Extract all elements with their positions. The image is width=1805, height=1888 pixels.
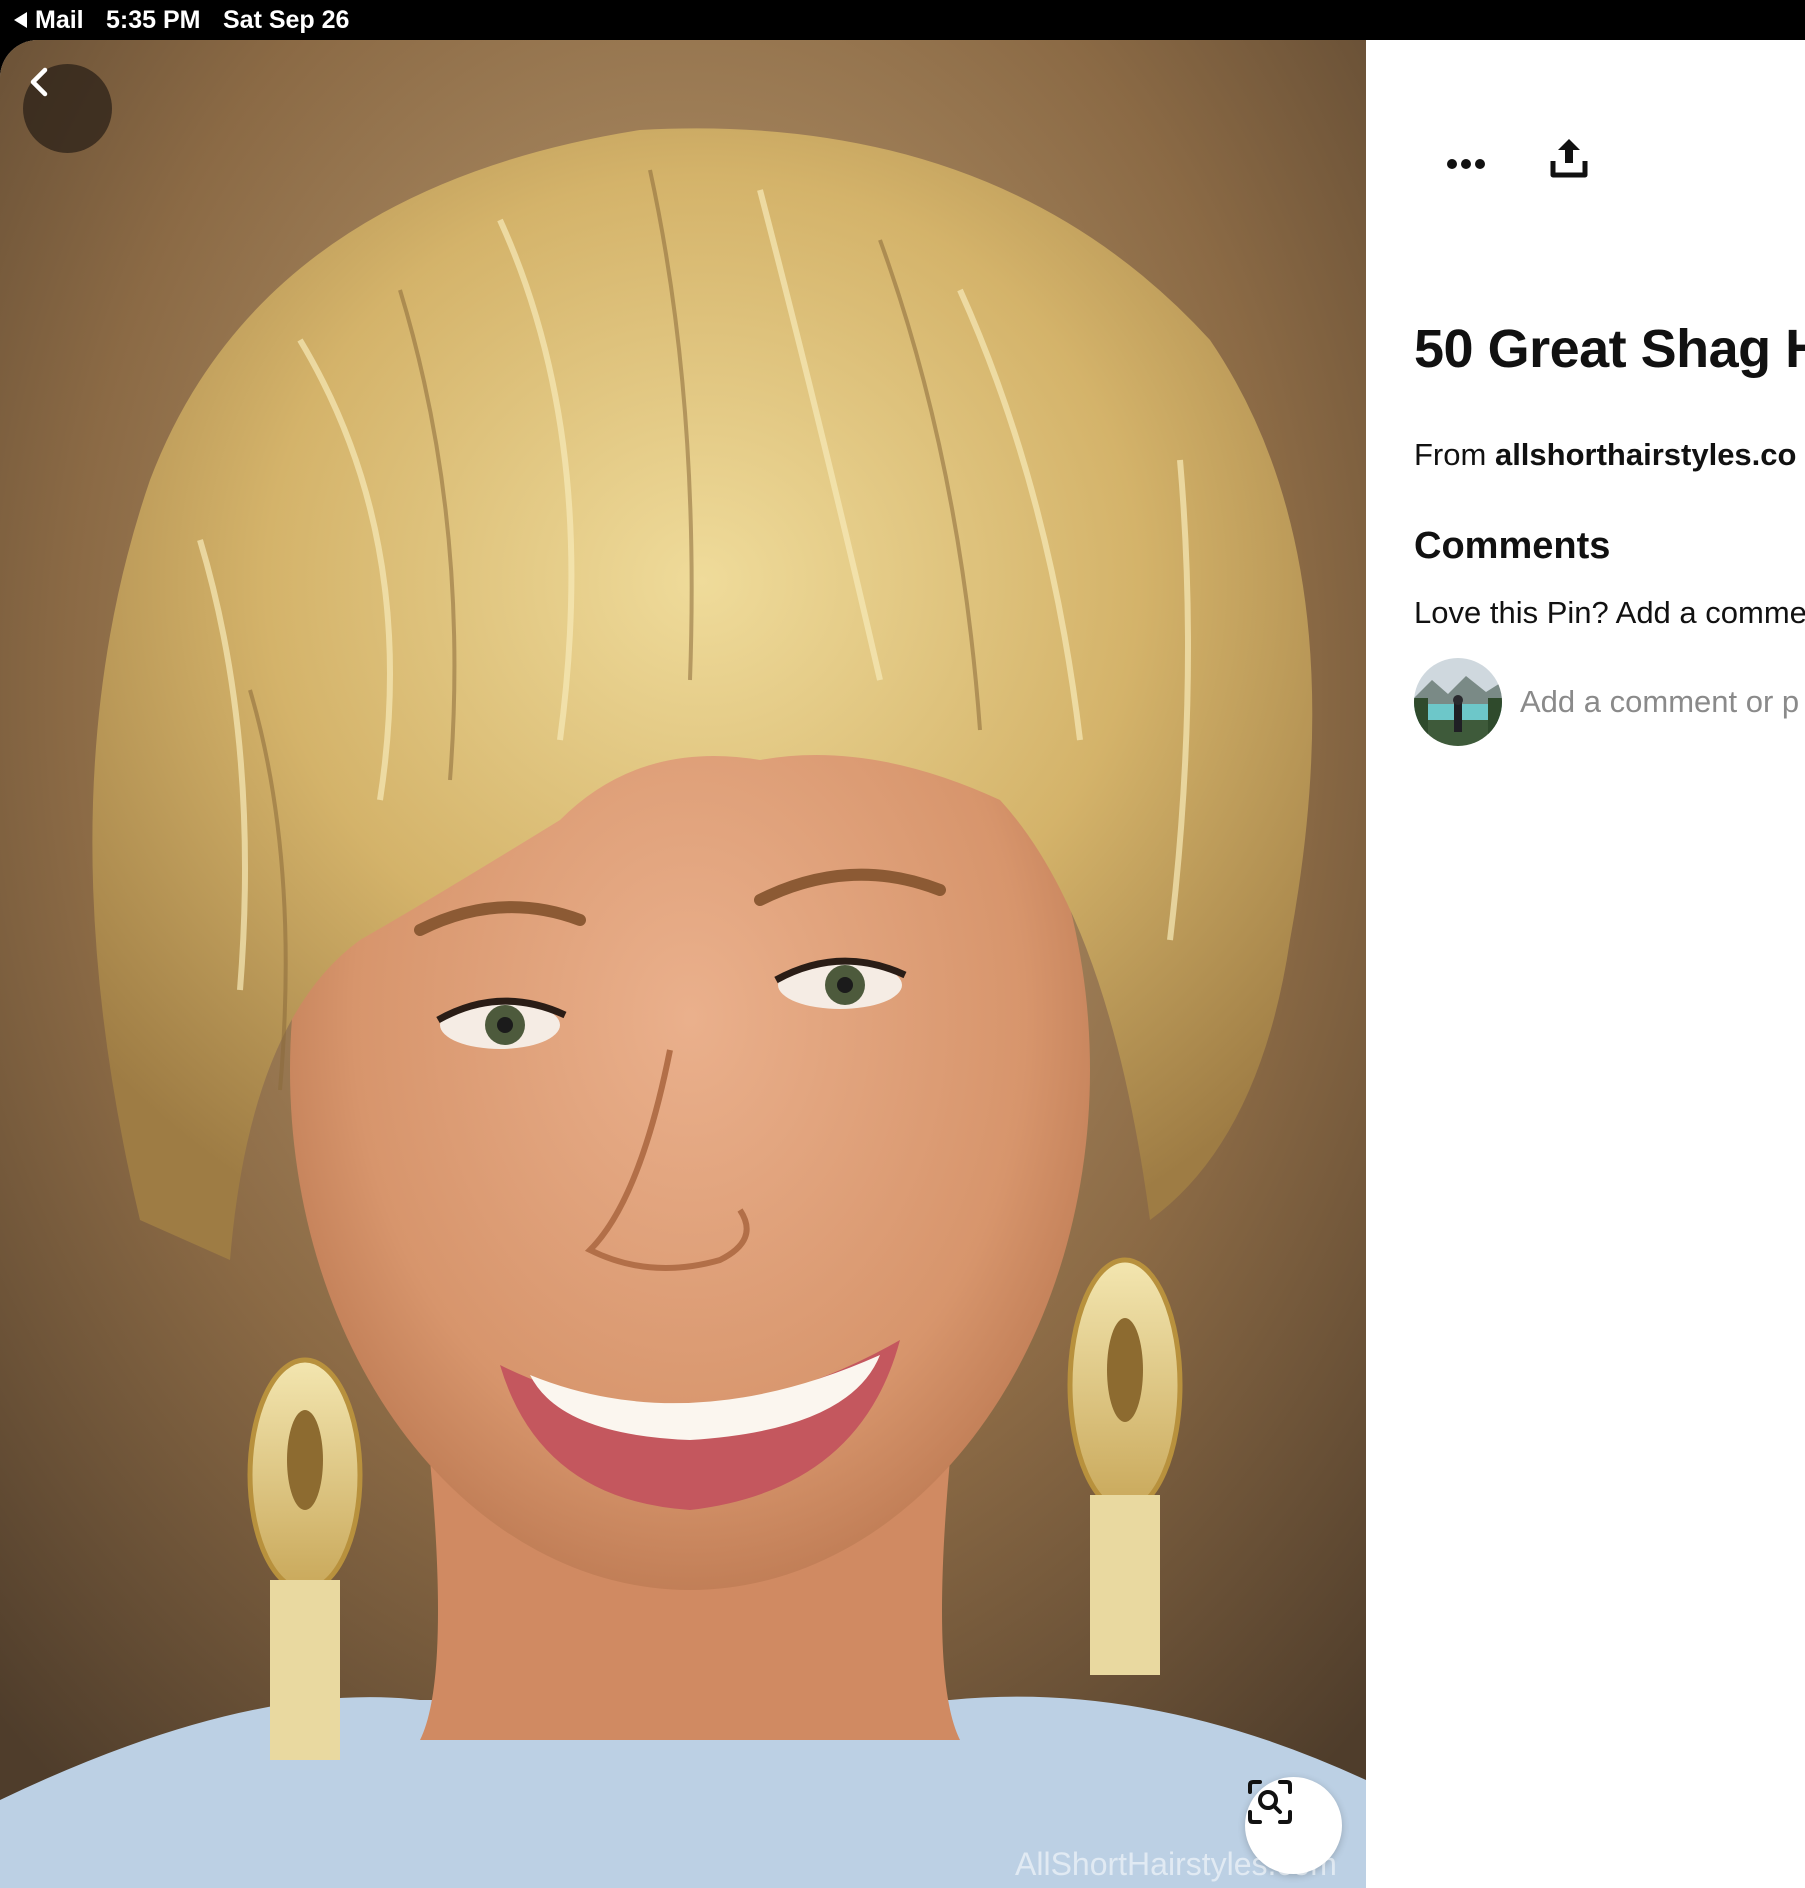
source-link[interactable]: allshorthairstyles.co [1495,437,1797,472]
share-button[interactable] [1536,124,1602,190]
source-prefix: From [1414,437,1487,472]
status-time: 5:35 PM [106,6,201,34]
pin-image[interactable]: AllShortHairstyles.com [0,40,1366,1888]
pin-source: From allshorthairstyles.co [1414,437,1796,473]
comment-input[interactable] [1520,684,1805,720]
user-avatar-photo [1414,658,1502,746]
visual-search-icon [1248,1780,1292,1824]
share-upload-icon [1550,139,1588,178]
back-triangle-icon [14,12,27,28]
status-date: Sat Sep 26 [223,6,350,34]
back-to-app-button[interactable]: Mail [14,0,84,40]
image-watermark: AllShortHairstyles.com [1015,1846,1337,1882]
pin-detail-panel: 50 Great Shag H From allshorthairstyles.… [1366,40,1805,1888]
more-dots-icon [1447,159,1485,169]
status-bar: Mail 5:35 PM Sat Sep 26 [0,0,1805,40]
back-button[interactable] [23,64,112,153]
more-options-button[interactable] [1436,140,1496,188]
pin-photo [0,40,1366,1888]
comment-composer [1414,658,1805,746]
comments-prompt: Love this Pin? Add a comme [1414,595,1805,630]
pin-title: 50 Great Shag H [1414,319,1805,379]
avatar[interactable] [1414,658,1502,746]
pin-closeup-screen: AllShortHairstyles.com 50 Great Shag H F… [0,40,1805,1888]
chevron-left-icon [30,67,48,97]
comments-heading: Comments [1414,525,1611,567]
back-app-label: Mail [35,6,84,34]
